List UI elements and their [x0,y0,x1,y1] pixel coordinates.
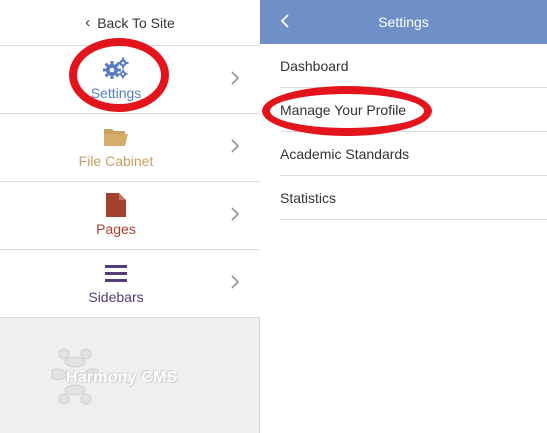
chevron-right-icon [231,275,240,289]
back-to-site-link[interactable]: ‹ Back To Site [0,0,260,46]
menu-item-statistics[interactable]: Statistics [280,176,547,220]
gears-icon [0,57,232,81]
nav-item-file-cabinet[interactable]: File Cabinet [0,114,260,182]
nav-item-pages[interactable]: Pages [0,182,260,250]
chevron-right-icon [231,139,240,153]
chevron-left-icon: ‹ [85,14,91,31]
left-navigation: ‹ Back To Site Settings File Cabinet Pag… [0,0,260,433]
nav-item-sidebars[interactable]: Sidebars [0,250,260,318]
settings-menu: Dashboard Manage Your Profile Academic S… [280,44,547,220]
bars-icon [0,261,232,285]
nav-item-sidebars-label: Sidebars [88,289,144,305]
nav-item-settings[interactable]: Settings [0,46,260,114]
folder-icon [0,125,232,149]
nav-item-settings-label: Settings [90,85,142,101]
panel-header: Settings [260,0,547,44]
settings-panel: Settings Dashboard Manage Your Profile A… [260,0,547,433]
chevron-right-icon [231,71,240,85]
nav-item-file-cabinet-label: File Cabinet [78,153,154,169]
menu-item-academic-standards[interactable]: Academic Standards [280,132,547,176]
logo-text: Harmony CMS [66,369,178,386]
back-to-site-label: Back To Site [97,14,175,31]
panel-title: Settings [378,14,429,30]
chevron-right-icon [231,207,240,221]
menu-item-dashboard[interactable]: Dashboard [280,44,547,88]
menu-item-manage-your-profile[interactable]: Manage Your Profile [280,88,547,132]
page-icon [0,193,232,217]
nav-item-pages-label: Pages [96,221,136,237]
